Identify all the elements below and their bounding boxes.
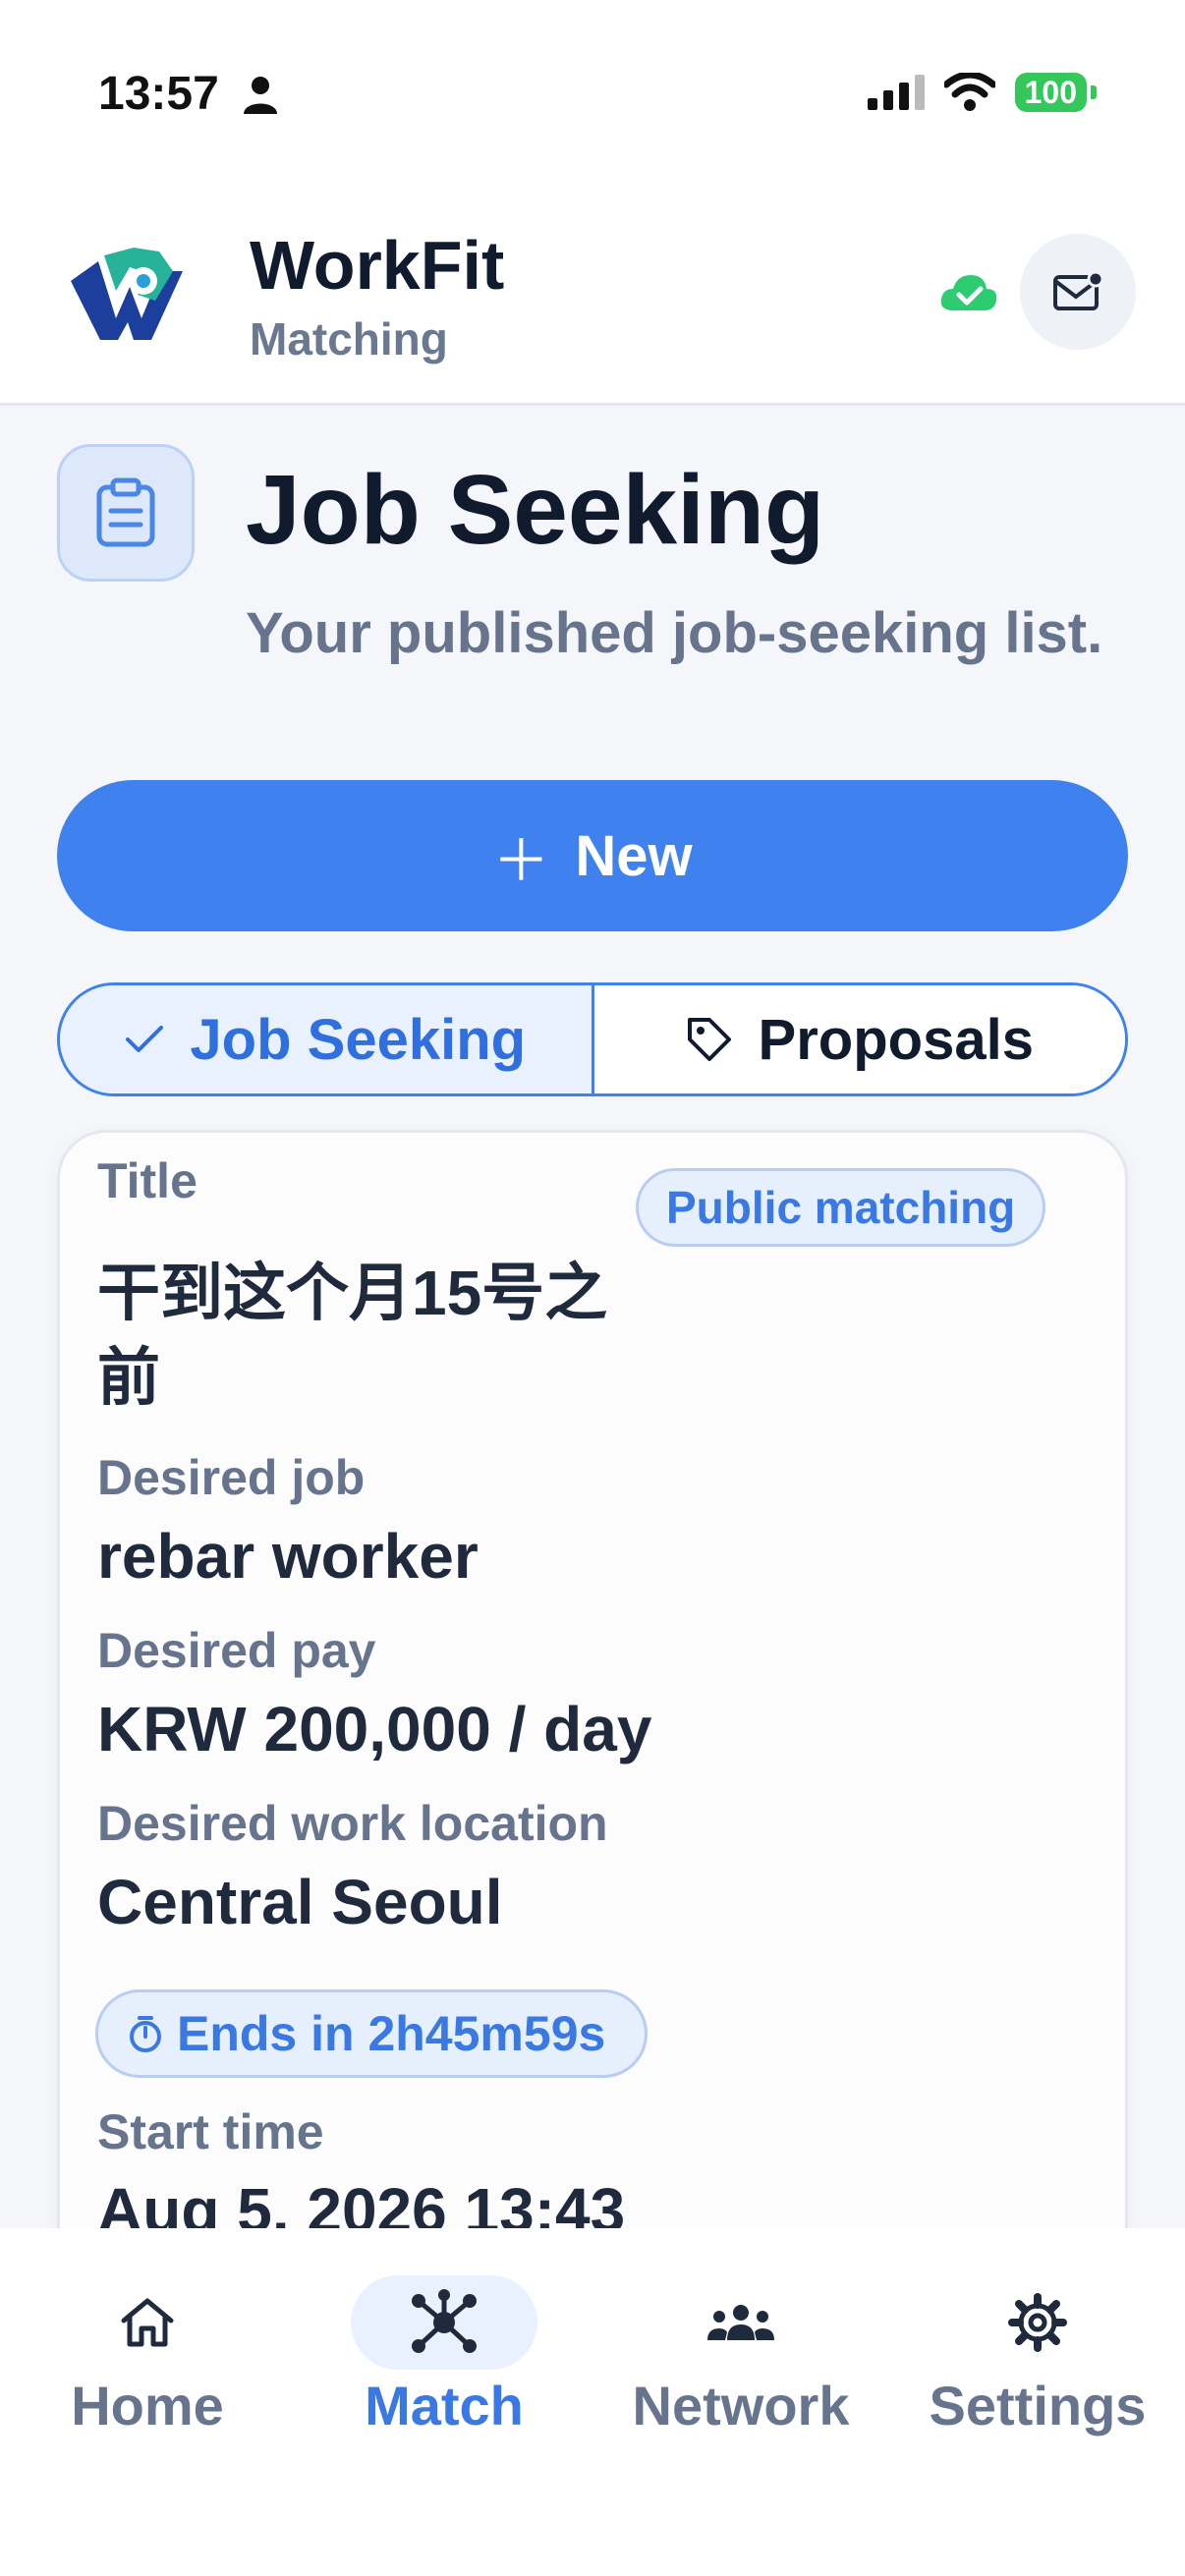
- home-icon-wrap: [54, 2275, 241, 2370]
- tab-job-seeking[interactable]: Job Seeking: [60, 985, 594, 1093]
- tab-home-label: Home: [71, 2375, 224, 2436]
- clipboard-icon: [96, 477, 155, 547]
- timer-text: Ends in 2h45m59s: [177, 2006, 606, 2061]
- page-icon: [57, 444, 195, 582]
- cloud-sync-icon: [940, 275, 997, 310]
- bottom-tab-bar: Home Match Network Settings: [0, 2228, 1185, 2576]
- battery-tip: [1091, 85, 1097, 99]
- messages-button[interactable]: [1020, 234, 1136, 350]
- status-bar: 13:57 100: [0, 0, 1185, 187]
- gear-icon: [1008, 2293, 1067, 2352]
- tab-match-label: Match: [365, 2375, 524, 2436]
- page-title: Job Seeking: [246, 455, 825, 565]
- tab-home[interactable]: Home: [0, 2228, 295, 2484]
- location-value: Central Seoul: [97, 1867, 503, 1937]
- job-seeking-card[interactable]: Public matching Title 干到这个月15号之前 Desired…: [57, 1130, 1128, 2309]
- segmented-control: Job Seeking Proposals: [57, 982, 1128, 1096]
- tag-icon: [687, 1018, 731, 1061]
- network-hub-icon: [412, 2289, 477, 2353]
- timer-badge: Ends in 2h45m59s: [95, 1989, 649, 2078]
- tab-settings[interactable]: Settings: [890, 2228, 1185, 2484]
- desired-pay-value: KRW 200,000 / day: [97, 1694, 652, 1764]
- new-button[interactable]: ＋ New: [57, 780, 1128, 931]
- app-header: WorkFit Matching: [0, 187, 1185, 406]
- tab-network-label: Network: [632, 2375, 850, 2436]
- wifi-icon: [943, 73, 995, 111]
- tab-match[interactable]: Match: [297, 2228, 592, 2484]
- app-name: WorkFit: [250, 227, 505, 304]
- signal-icon: [867, 75, 925, 110]
- tab-proposals[interactable]: Proposals: [593, 985, 1125, 1093]
- status-badge: Public matching: [636, 1168, 1046, 1247]
- battery-indicator: 100: [1014, 73, 1087, 112]
- people-icon: [707, 2305, 774, 2340]
- tab-job-seeking-label: Job Seeking: [190, 1007, 527, 1072]
- page-subtitle: Your published job-seeking list.: [246, 601, 1103, 665]
- settings-icon-wrap: [944, 2275, 1131, 2370]
- workfit-logo: [71, 248, 183, 340]
- tab-settings-label: Settings: [929, 2375, 1147, 2436]
- title-value: 干到这个月15号之前: [97, 1258, 608, 1413]
- match-icon-wrap: [351, 2275, 537, 2370]
- tab-network[interactable]: Network: [593, 2228, 888, 2484]
- mail-icon: [1053, 271, 1103, 310]
- desired-job-label: Desired job: [97, 1450, 366, 1505]
- network-icon-wrap: [648, 2275, 834, 2370]
- app-subtitle: Matching: [250, 313, 448, 364]
- title-label: Title: [97, 1153, 198, 1208]
- desired-job-value: rebar worker: [97, 1521, 479, 1592]
- timer-icon: [130, 2016, 161, 2052]
- person-icon: [244, 77, 277, 114]
- status-indicators: 100: [867, 73, 1097, 112]
- home-icon: [121, 2298, 174, 2347]
- start-time-label: Start time: [97, 2104, 324, 2159]
- desired-pay-label: Desired pay: [97, 1623, 376, 1678]
- check-icon: [126, 1026, 164, 1052]
- status-time: 13:57: [98, 68, 219, 120]
- tab-proposals-label: Proposals: [758, 1007, 1034, 1072]
- location-label: Desired work location: [97, 1796, 608, 1851]
- plus-icon: ＋: [492, 829, 550, 893]
- new-button-label: New: [575, 823, 693, 888]
